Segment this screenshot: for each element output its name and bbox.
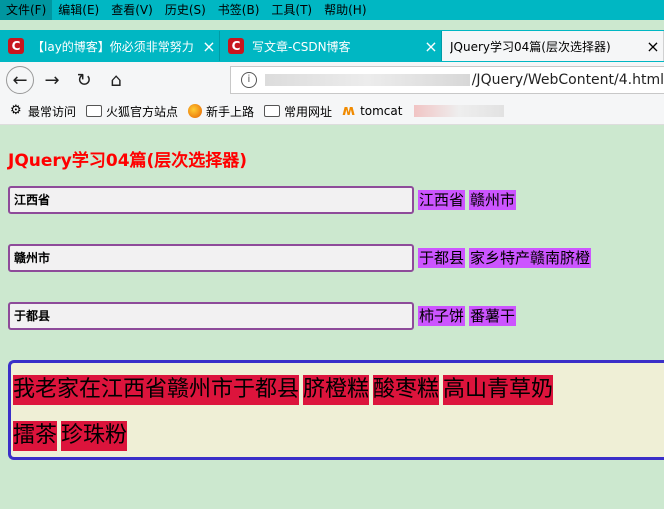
back-button[interactable]: ← (6, 66, 34, 94)
tab-title: JQuery学习04篇(层次选择器) (450, 39, 611, 54)
bookmark-most-visited[interactable]: ⚙ 最常访问 (10, 103, 76, 120)
firefox-icon (188, 104, 203, 118)
bookmark-common-sites[interactable]: 常用网址 (264, 103, 332, 120)
tomcat-icon: ʍ (342, 103, 355, 119)
tag-item: 江西省 (418, 190, 466, 210)
row-county: 于都县 柿子饼 番薯干 (8, 302, 520, 330)
county-field[interactable]: 于都县 (8, 302, 414, 330)
menu-tools[interactable]: 工具(T) (265, 0, 318, 20)
bookmark-getting-started[interactable]: 新手上路 (188, 103, 254, 120)
nav-bar: ← → ↻ ⌂ i /JQuery/WebContent/4.html (0, 62, 664, 98)
folder-icon (86, 105, 103, 117)
url-text: /JQuery/WebContent/4.html (471, 72, 664, 88)
forward-button[interactable]: → (38, 66, 66, 94)
tab-title: 写文章-CSDN博客 (252, 39, 351, 54)
tag-group: 于都县 家乡特产赣南脐橙 (418, 248, 595, 268)
panel-segment: 擂茶 (13, 421, 58, 451)
panel-line: 我老家在江西省赣州市于都县 脐橙糕 酸枣糕 高山青草奶 (13, 367, 664, 413)
close-icon[interactable]: × (643, 37, 663, 56)
tag-item: 柿子饼 (418, 306, 466, 326)
bookmark-label: 新手上路 (206, 104, 255, 119)
panel-segment: 珍珠粉 (61, 421, 128, 451)
menu-file[interactable]: 文件(F) (0, 0, 53, 20)
tab-title: 【lay的博客】你必须非常努力 (32, 39, 194, 54)
url-redacted (264, 74, 470, 86)
panel-line: 擂茶 珍珠粉 (13, 413, 664, 459)
info-icon[interactable]: i (241, 72, 257, 88)
tag-item: 番薯干 (469, 306, 517, 326)
province-field[interactable]: 江西省 (8, 186, 414, 214)
city-field[interactable]: 赣州市 (8, 244, 414, 272)
bookmark-firefox-site[interactable]: 火狐官方站点 (86, 103, 178, 120)
page-title: JQuery学习04篇(层次选择器) (8, 151, 248, 171)
panel-segment: 酸枣糕 (373, 375, 440, 405)
csdn-logo-icon: C (8, 38, 24, 54)
close-icon[interactable]: × (199, 37, 219, 56)
panel-segment: 脐橙糕 (303, 375, 370, 405)
tab-bar: C 【lay的博客】你必须非常努力 × C 写文章-CSDN博客 × JQuer… (0, 30, 664, 62)
url-bar[interactable]: i /JQuery/WebContent/4.html (230, 66, 664, 94)
menu-history[interactable]: 历史(S) (159, 0, 212, 20)
csdn-logo-icon: C (228, 38, 244, 54)
row-city: 赣州市 于都县 家乡特产赣南脐橙 (8, 244, 595, 272)
tag-item: 赣州市 (469, 190, 517, 210)
tag-group: 江西省 赣州市 (418, 190, 520, 210)
close-icon[interactable]: × (421, 37, 441, 56)
menu-edit[interactable]: 编辑(E) (52, 0, 105, 20)
menu-view[interactable]: 查看(V) (105, 0, 159, 20)
bookmark-redacted (414, 105, 505, 117)
bookmark-label: 火狐官方站点 (106, 104, 179, 119)
bookmark-label: 常用网址 (284, 104, 333, 119)
menu-bar: 文件(F) 编辑(E) 查看(V) 历史(S) 书签(B) 工具(T) 帮助(H… (0, 0, 664, 20)
home-button[interactable]: ⌂ (102, 66, 130, 94)
tag-item: 家乡特产赣南脐橙 (469, 248, 592, 268)
reload-button[interactable]: ↻ (70, 66, 98, 94)
tag-group: 柿子饼 番薯干 (418, 306, 520, 326)
menu-help[interactable]: 帮助(H) (318, 0, 372, 20)
bookmark-label: tomcat (360, 104, 403, 118)
tab-csdn-write[interactable]: C 写文章-CSDN博客 × (220, 31, 442, 61)
gear-icon: ⚙ (10, 103, 22, 118)
bookmark-label: 最常访问 (28, 104, 77, 119)
tab-jquery-active[interactable]: JQuery学习04篇(层次选择器) × (442, 31, 664, 61)
bookmarks-bar: ⚙ 最常访问 火狐官方站点 新手上路 常用网址 ʍ tomcat (0, 98, 664, 125)
row-province: 江西省 江西省 赣州市 (8, 186, 520, 214)
tag-item: 于都县 (418, 248, 466, 268)
bookmark-tomcat[interactable]: ʍ tomcat (342, 104, 402, 118)
menu-bookmarks[interactable]: 书签(B) (212, 0, 266, 20)
panel-segment: 高山青草奶 (443, 375, 554, 405)
panel-segment: 我老家在江西省赣州市于都县 (13, 375, 300, 405)
folder-icon (264, 105, 281, 117)
tab-lay-blog[interactable]: C 【lay的博客】你必须非常努力 × (0, 31, 220, 61)
specialties-panel: 我老家在江西省赣州市于都县 脐橙糕 酸枣糕 高山青草奶 擂茶 珍珠粉 (8, 360, 664, 460)
